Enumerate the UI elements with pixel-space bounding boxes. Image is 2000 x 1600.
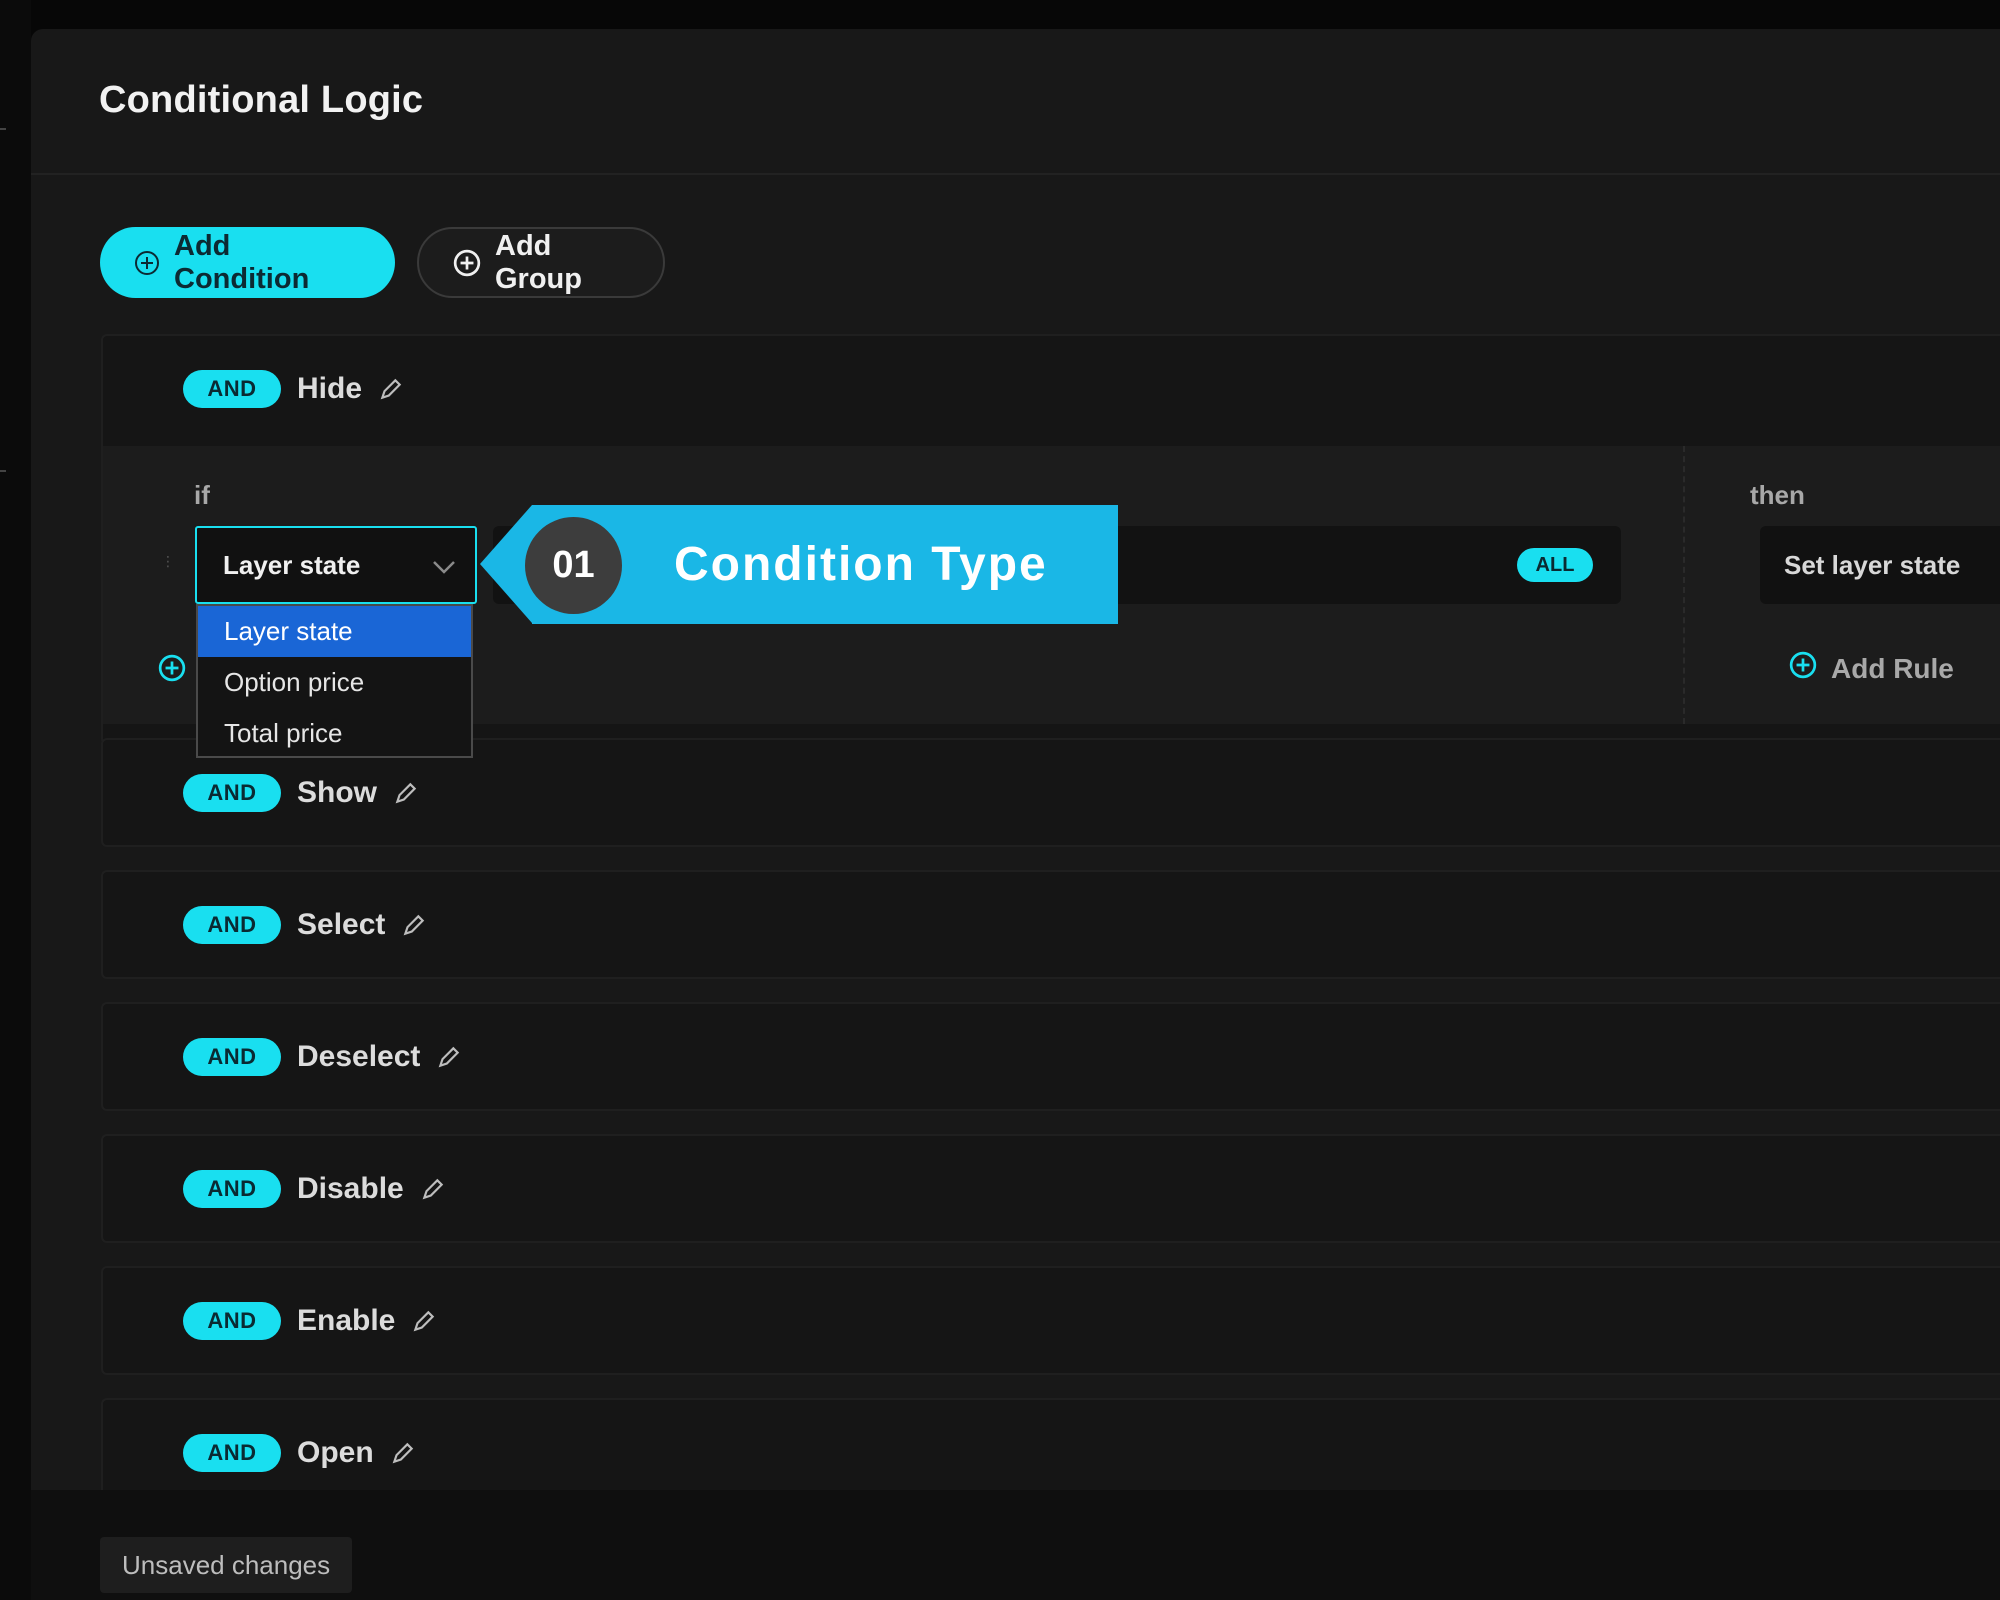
add-rule-condition-icon[interactable] — [158, 654, 186, 687]
condition-type-select[interactable]: Layer state — [195, 526, 477, 604]
group-name: Disable — [297, 1172, 404, 1205]
group-header[interactable]: AND Enable — [183, 1302, 437, 1340]
condition-type-value: Layer state — [223, 549, 361, 580]
operator-badge[interactable]: AND — [183, 774, 281, 812]
pencil-icon[interactable] — [411, 1308, 437, 1334]
add-group-label: Add Group — [495, 229, 582, 295]
condition-group-select[interactable]: AND Select — [101, 870, 2000, 979]
add-condition-button[interactable]: Add Condition — [100, 227, 395, 298]
pencil-icon[interactable] — [390, 1440, 416, 1466]
then-label: then — [1750, 480, 1805, 510]
plus-circle-icon — [1789, 651, 1817, 686]
pencil-icon[interactable] — [401, 912, 427, 938]
pencil-icon[interactable] — [378, 376, 404, 402]
add-condition-label: Add Condition — [174, 229, 310, 295]
operator-badge[interactable]: AND — [183, 370, 281, 408]
background-sidebar — [0, 0, 31, 1600]
group-name: Enable — [297, 1304, 396, 1337]
group-header[interactable]: AND Open — [183, 1434, 416, 1472]
tutorial-callout: 01 Condition Type — [480, 505, 1118, 624]
condition-type-dropdown: Layer state Option price Total price — [196, 604, 473, 758]
group-header[interactable]: AND Hide — [183, 370, 404, 408]
condition-group-deselect[interactable]: AND Deselect — [101, 1002, 2000, 1111]
add-rule-label: Add Rule — [1831, 652, 1954, 684]
chevron-down-icon — [429, 552, 459, 589]
operator-badge[interactable]: AND — [183, 1170, 281, 1208]
group-header[interactable]: AND Deselect — [183, 1038, 462, 1076]
condition-group-enable[interactable]: AND Enable — [101, 1266, 2000, 1375]
dropdown-option-layer-state[interactable]: Layer state — [198, 606, 471, 657]
conditional-logic-panel: Conditional Logic Add Condition Add Grou… — [31, 29, 2000, 1600]
operator-badge[interactable]: AND — [183, 1302, 281, 1340]
if-then-divider — [1683, 446, 1685, 724]
panel-header: Conditional Logic — [31, 29, 2000, 175]
dropdown-option-option-price[interactable]: Option price — [198, 657, 471, 708]
group-name: Open — [297, 1436, 374, 1469]
dropdown-option-total-price[interactable]: Total price — [198, 708, 471, 759]
plus-circle-icon — [453, 249, 481, 277]
action-select[interactable]: Set layer state — [1760, 526, 2000, 604]
group-header[interactable]: AND Disable — [183, 1170, 446, 1208]
callout-label: Condition Type — [674, 538, 1048, 591]
group-header[interactable]: AND Select — [183, 906, 427, 944]
toolbar: Add Condition Add Group — [100, 227, 665, 298]
page-title: Conditional Logic — [99, 79, 424, 121]
pencil-icon[interactable] — [393, 780, 419, 806]
group-name: Show — [297, 776, 377, 809]
operator-badge[interactable]: AND — [183, 1038, 281, 1076]
group-header[interactable]: AND Show — [183, 774, 419, 812]
add-group-button[interactable]: Add Group — [417, 227, 665, 298]
pencil-icon[interactable] — [420, 1176, 446, 1202]
condition-group-disable[interactable]: AND Disable — [101, 1134, 2000, 1243]
add-rule-button[interactable]: Add Rule — [1789, 651, 1954, 686]
pencil-icon[interactable] — [436, 1044, 462, 1070]
plus-circle-icon — [134, 250, 160, 276]
unsaved-changes-status: Unsaved changes — [100, 1537, 353, 1593]
sidebar-divider — [0, 470, 6, 472]
if-label: if — [194, 480, 210, 510]
group-name: Select — [297, 908, 386, 941]
action-value: Set layer state — [1784, 549, 1961, 580]
callout-step-number: 01 — [525, 517, 622, 614]
drag-handle-icon[interactable]: ⋮ — [161, 554, 175, 568]
operator-badge[interactable]: AND — [183, 1434, 281, 1472]
sidebar-divider — [0, 128, 6, 130]
group-name: Deselect — [297, 1040, 421, 1073]
operator-badge[interactable]: AND — [183, 906, 281, 944]
footer-bar: Unsaved changes — [31, 1490, 2000, 1600]
group-name: Hide — [297, 372, 363, 405]
match-all-badge[interactable]: ALL — [1517, 548, 1593, 582]
